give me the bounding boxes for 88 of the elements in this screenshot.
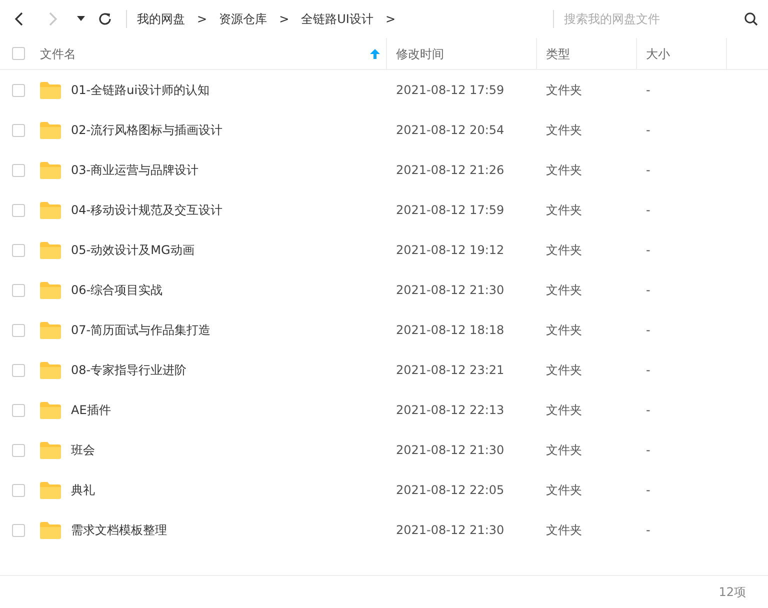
folder-icon xyxy=(40,122,61,138)
modified-time: 2021-08-12 21:26 xyxy=(396,163,504,177)
checkbox[interactable] xyxy=(12,364,24,376)
breadcrumb-separator: > xyxy=(279,11,290,28)
file-name[interactable]: 04-移动设计规范及交互设计 xyxy=(71,201,223,219)
folder-icon xyxy=(40,82,61,98)
checkbox[interactable] xyxy=(12,444,24,456)
file-name[interactable]: 02-流行风格图标与插画设计 xyxy=(71,121,223,139)
modified-time: 2021-08-12 22:13 xyxy=(396,403,504,417)
checkbox[interactable] xyxy=(12,524,24,536)
modified-time: 2021-08-12 17:59 xyxy=(396,83,504,97)
file-size: - xyxy=(646,523,650,537)
file-size: - xyxy=(646,163,650,177)
checkbox[interactable] xyxy=(12,164,24,176)
file-type: 文件夹 xyxy=(546,323,582,337)
breadcrumb-link[interactable]: 全链路UI设计 xyxy=(301,10,374,28)
modified-time: 2021-08-12 18:18 xyxy=(396,323,504,337)
search-icon[interactable] xyxy=(744,12,758,26)
modified-time: 2021-08-12 22:05 xyxy=(396,483,504,497)
checkbox[interactable] xyxy=(12,244,24,256)
file-name[interactable]: AE插件 xyxy=(71,401,111,419)
file-type: 文件夹 xyxy=(546,283,582,297)
folder-icon xyxy=(40,242,61,258)
file-size: - xyxy=(646,483,650,497)
file-size: - xyxy=(646,123,650,137)
file-type: 文件夹 xyxy=(546,523,582,537)
file-size: - xyxy=(646,323,650,337)
file-name[interactable]: 03-商业运营与品牌设计 xyxy=(71,161,199,179)
file-name[interactable]: 07-简历面试与作品集打造 xyxy=(71,321,211,339)
folder-icon xyxy=(40,522,61,538)
breadcrumb-link[interactable]: 我的网盘 xyxy=(137,10,185,28)
file-type: 文件夹 xyxy=(546,483,582,497)
file-type: 文件夹 xyxy=(546,243,582,257)
file-size: - xyxy=(646,203,650,217)
file-type: 文件夹 xyxy=(546,83,582,97)
file-type: 文件夹 xyxy=(546,403,582,417)
folder-icon xyxy=(40,282,61,298)
checkbox[interactable] xyxy=(12,404,24,416)
file-size: - xyxy=(646,403,650,417)
file-type: 文件夹 xyxy=(546,363,582,377)
column-header[interactable]: 类型 xyxy=(537,38,637,69)
checkbox[interactable] xyxy=(12,47,24,60)
file-name[interactable]: 06-综合项目实战 xyxy=(71,281,163,299)
breadcrumb-link[interactable]: 资源仓库 xyxy=(219,10,268,28)
modified-time: 2021-08-12 20:54 xyxy=(396,123,504,137)
file-name[interactable]: 需求文档模板整理 xyxy=(71,521,167,539)
file-type: 文件夹 xyxy=(546,203,582,217)
column-header[interactable]: 文件名 xyxy=(34,38,387,69)
folder-icon xyxy=(40,442,61,458)
modified-time: 2021-08-12 17:59 xyxy=(396,203,504,217)
modified-time: 2021-08-12 19:12 xyxy=(396,243,504,257)
file-name[interactable]: 08-专家指导行业进阶 xyxy=(71,361,187,379)
file-name[interactable]: 班会 xyxy=(71,441,95,459)
folder-icon xyxy=(40,362,61,378)
file-type: 文件夹 xyxy=(546,163,582,177)
file-size: - xyxy=(646,283,650,297)
column-header[interactable]: 大小 xyxy=(637,38,727,69)
folder-icon xyxy=(40,202,61,218)
file-name[interactable]: 01-全链路ui设计师的认知 xyxy=(71,81,210,99)
column-header[interactable]: 修改时间 xyxy=(387,38,537,69)
modified-time: 2021-08-12 21:30 xyxy=(396,283,504,297)
file-size: - xyxy=(646,443,650,457)
item-count: 12项 xyxy=(718,584,746,601)
modified-time: 2021-08-12 21:30 xyxy=(396,523,504,537)
modified-time: 2021-08-12 21:30 xyxy=(396,443,504,457)
checkbox[interactable] xyxy=(12,84,24,96)
file-type: 文件夹 xyxy=(546,123,582,137)
checkbox[interactable] xyxy=(12,284,24,296)
checkbox[interactable] xyxy=(12,204,24,216)
folder-icon xyxy=(40,322,61,338)
file-type: 文件夹 xyxy=(546,443,582,457)
refresh-icon[interactable] xyxy=(98,12,112,26)
file-name[interactable]: 典礼 xyxy=(71,481,95,499)
file-size: - xyxy=(646,83,650,97)
checkbox[interactable] xyxy=(12,124,24,136)
folder-icon xyxy=(40,482,61,498)
modified-time: 2021-08-12 23:21 xyxy=(396,363,504,377)
file-size: - xyxy=(646,363,650,377)
checkbox[interactable] xyxy=(12,484,24,496)
breadcrumb-separator: > xyxy=(197,11,208,28)
breadcrumb-separator: > xyxy=(385,11,396,28)
file-name[interactable]: 05-动效设计及MG动画 xyxy=(71,241,194,259)
folder-icon xyxy=(40,402,61,418)
back-icon[interactable] xyxy=(14,12,24,26)
caret-icon[interactable] xyxy=(77,16,85,22)
file-size: - xyxy=(646,243,650,257)
folder-icon xyxy=(40,162,61,178)
checkbox[interactable] xyxy=(12,324,24,336)
